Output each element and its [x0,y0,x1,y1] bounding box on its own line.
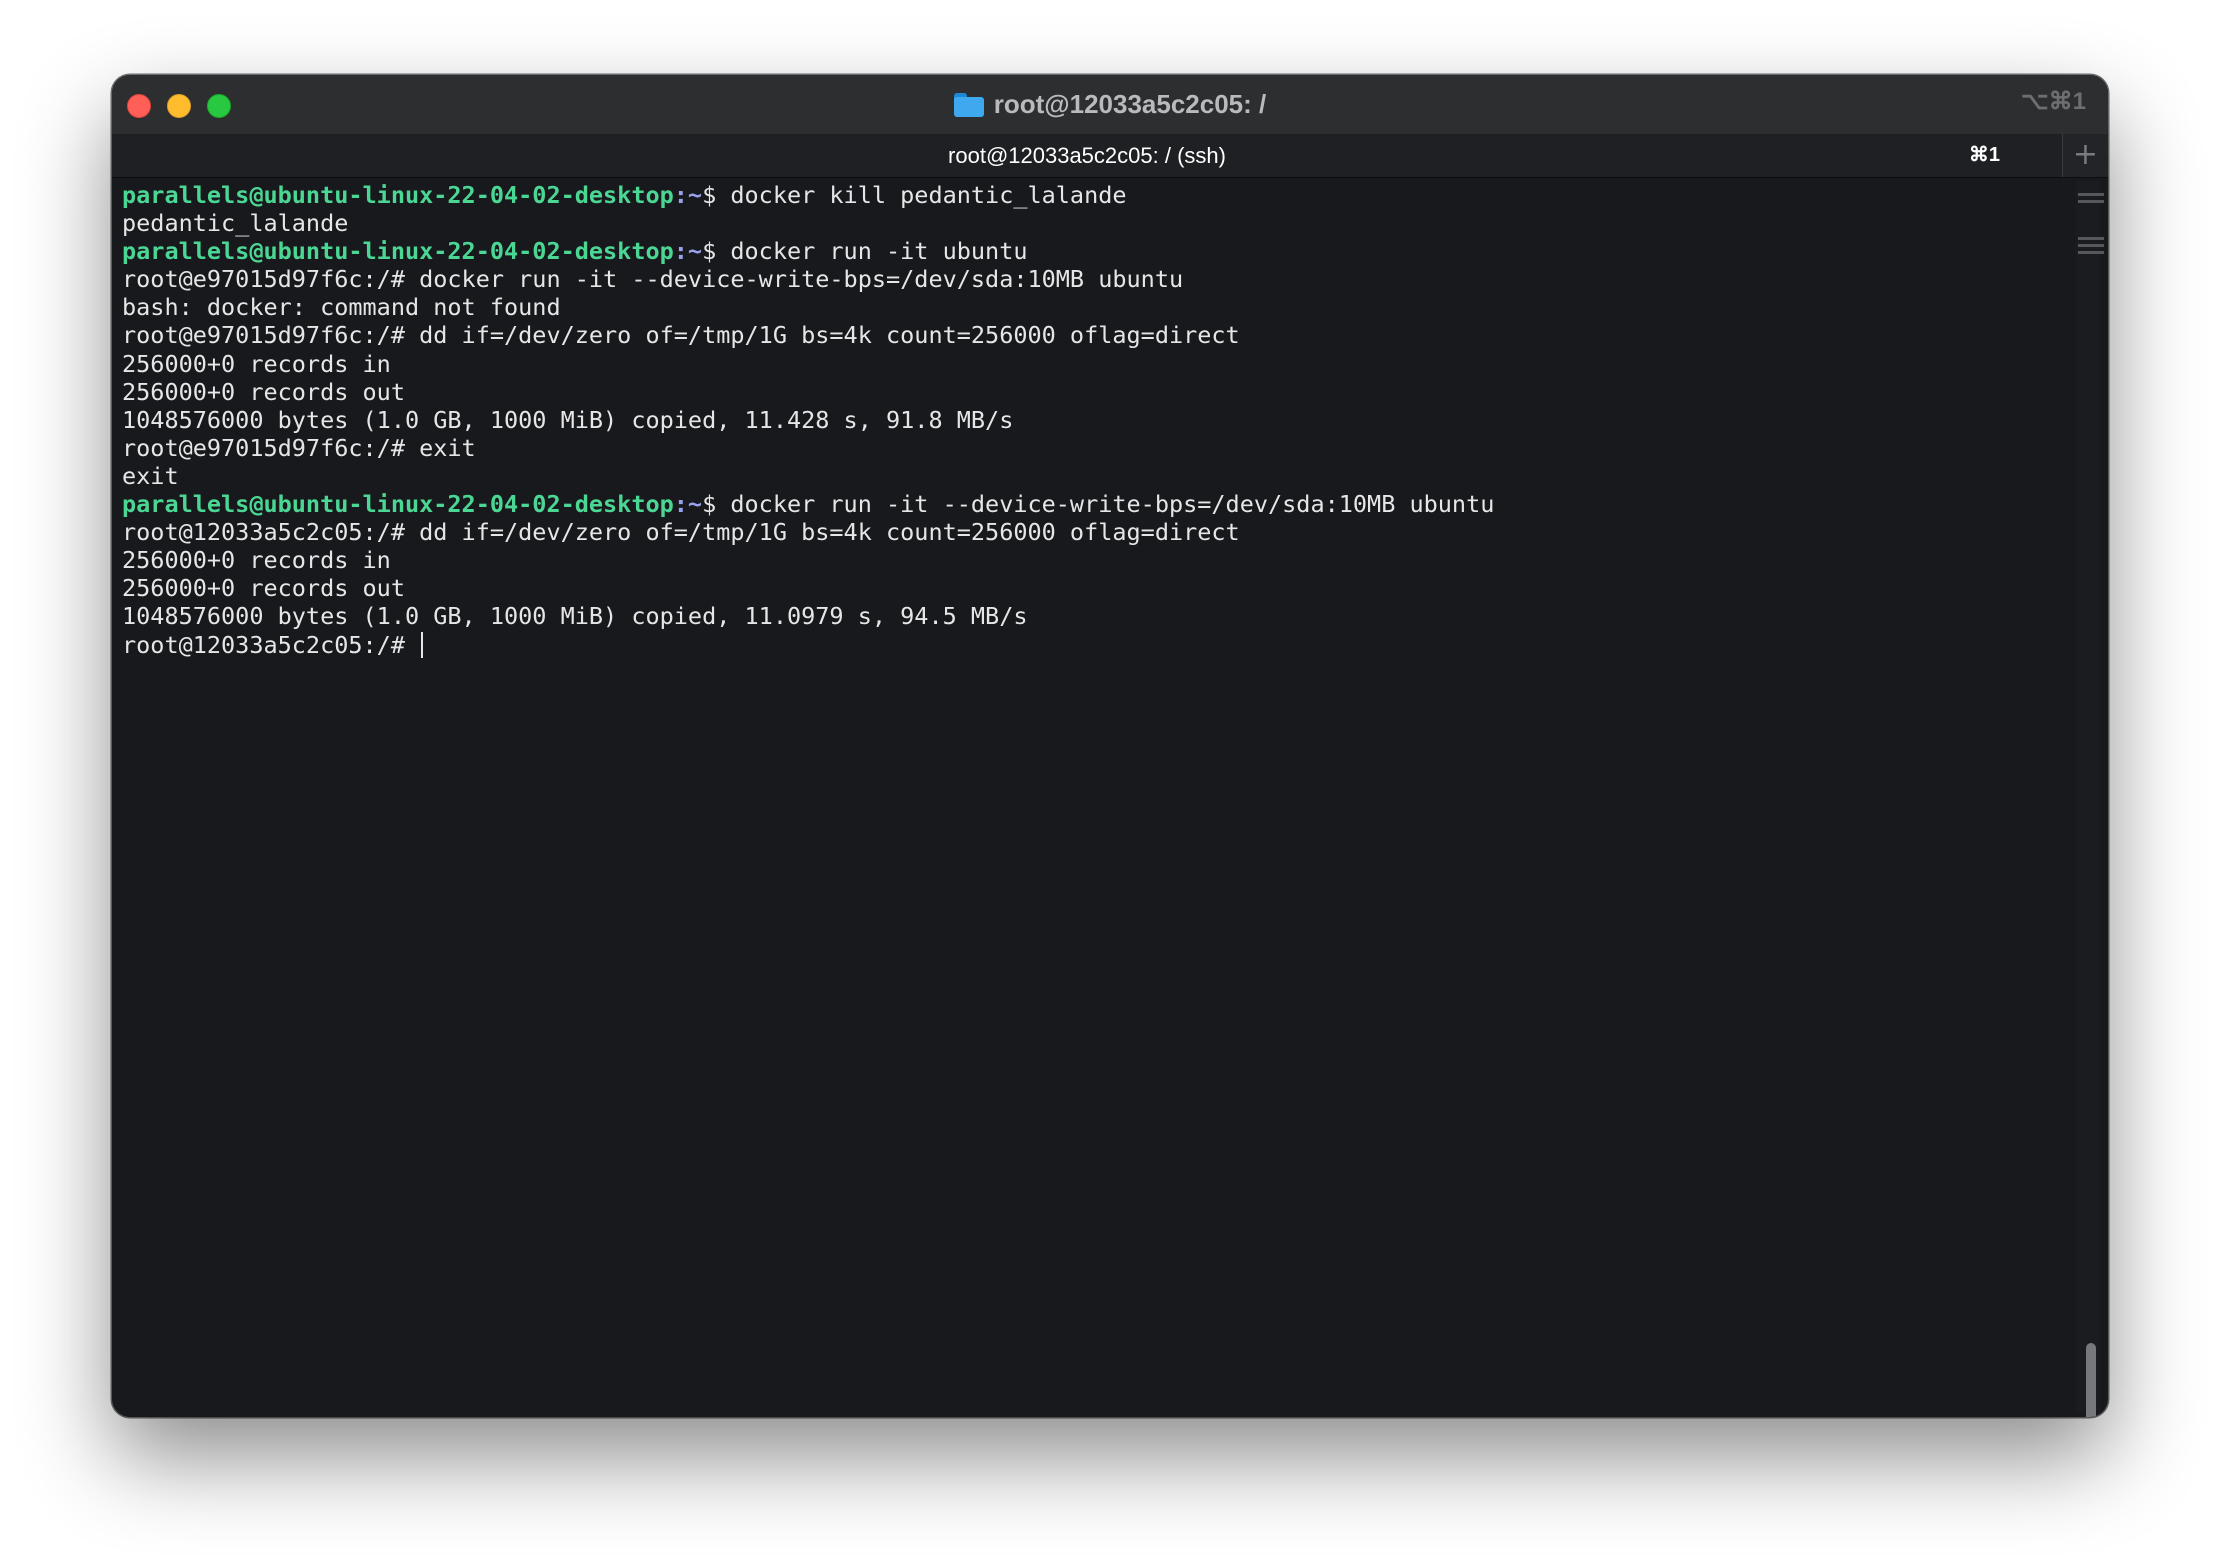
line-text: pedantic_lalande [122,209,349,238]
terminal-line: parallels@ubuntu-linux-22-04-02-desktop:… [122,181,2062,209]
tab-bar: root@12033a5c2c05: / (ssh) ⌘1 + [112,134,2108,178]
terminal-line: 1048576000 bytes (1.0 GB, 1000 MiB) copi… [122,406,2062,434]
scroll-mark [2078,244,2104,247]
line-text: root@e97015d97f6c:/# dd if=/dev/zero of=… [122,321,1240,350]
terminal-line: 256000+0 records in [122,546,2062,574]
prompt-user-host: parallels@ubuntu-linux-22-04-02-desktop [122,181,674,209]
line-text: root@12033a5c2c05:/# [122,630,420,659]
folder-icon [953,92,984,117]
line-text: $ docker run -it ubuntu [702,237,1028,266]
terminal-line: 256000+0 records out [122,378,2062,406]
terminal-line: parallels@ubuntu-linux-22-04-02-desktop:… [122,490,2062,518]
line-text: root@e97015d97f6c:/# docker run -it --de… [122,265,1184,294]
prompt-path: :~ [673,237,703,266]
scrollbar[interactable] [2076,181,2104,1417]
tab-label: root@12033a5c2c05: / (ssh) [948,143,1226,168]
line-text: 256000+0 records out [122,377,405,406]
terminal-line: root@e97015d97f6c:/# dd if=/dev/zero of=… [122,321,2062,349]
scroll-mark [2078,193,2104,196]
tab-shortcut-label: ⌘1 [1968,144,2000,166]
terminal-line: root@e97015d97f6c:/# docker run -it --de… [122,265,2062,293]
window-title: root@12033a5c2c05: / [993,89,1267,119]
line-text: exit [122,461,179,490]
plus-icon: + [2072,137,2099,172]
line-text: root@12033a5c2c05:/# dd if=/dev/zero of=… [122,518,1240,547]
terminal-line: root@12033a5c2c05:/# [122,631,2062,659]
line-text: $ docker kill pedantic_lalande [702,181,1127,209]
prompt-user-host: parallels@ubuntu-linux-22-04-02-desktop [122,490,674,519]
line-text: bash: docker: command not found [122,293,561,322]
scroll-mark [2078,237,2104,240]
line-text: $ docker run -it --device-write-bps=/dev… [702,490,1495,519]
prompt-path: :~ [673,490,703,519]
line-text: 256000+0 records in [122,546,391,575]
window-shortcut-label: ⌥⌘1 [2020,88,2086,115]
tab-ssh-session[interactable]: root@12033a5c2c05: / (ssh) ⌘1 [112,134,2062,177]
terminal-output[interactable]: parallels@ubuntu-linux-22-04-02-desktop:… [122,181,2062,1401]
terminal-line: 1048576000 bytes (1.0 GB, 1000 MiB) copi… [122,602,2062,630]
scrollbar-thumb[interactable] [2086,1343,2096,1417]
terminal-line: pedantic_lalande [122,209,2062,237]
terminal-line: 256000+0 records out [122,574,2062,602]
line-text: 1048576000 bytes (1.0 GB, 1000 MiB) copi… [122,602,1028,631]
terminal-line: 256000+0 records in [122,350,2062,378]
terminal-line: root@e97015d97f6c:/# exit [122,434,2062,462]
window-title-group: root@12033a5c2c05: / [112,75,2108,134]
scroll-mark [2078,251,2104,254]
line-text: 1048576000 bytes (1.0 GB, 1000 MiB) copi… [122,405,1014,434]
new-tab-button[interactable]: + [2062,134,2108,177]
prompt-user-host: parallels@ubuntu-linux-22-04-02-desktop [122,237,674,266]
line-text: 256000+0 records out [122,574,405,603]
terminal-line: exit [122,462,2062,490]
line-text: 256000+0 records in [122,349,391,378]
line-text: root@e97015d97f6c:/# exit [122,433,476,462]
scroll-mark [2078,200,2104,203]
terminal-line: parallels@ubuntu-linux-22-04-02-desktop:… [122,237,2062,265]
text-cursor [421,631,424,658]
terminal-line: root@12033a5c2c05:/# dd if=/dev/zero of=… [122,518,2062,546]
terminal-line: bash: docker: command not found [122,293,2062,321]
title-bar[interactable]: root@12033a5c2c05: / ⌥⌘1 [112,75,2108,134]
terminal-window: root@12033a5c2c05: / ⌥⌘1 root@12033a5c2c… [112,75,2108,1417]
prompt-path: :~ [673,181,703,209]
